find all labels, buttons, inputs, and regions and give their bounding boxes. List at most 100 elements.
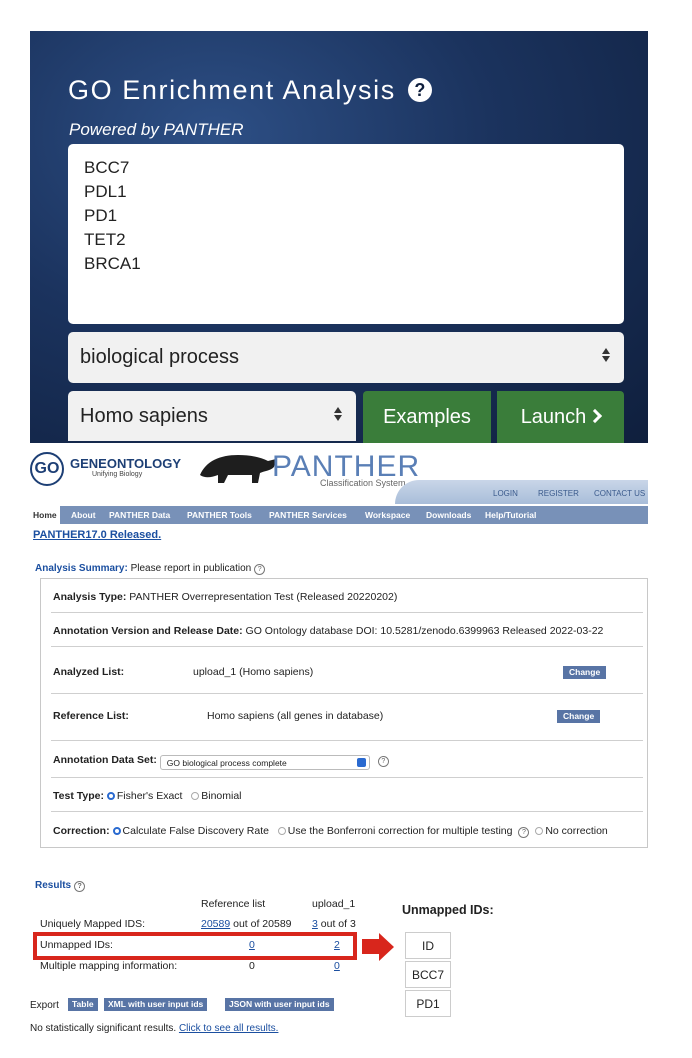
binomial-radio[interactable] bbox=[191, 792, 200, 800]
unmapped-table-row: PD1 bbox=[405, 990, 451, 1017]
help-icon[interactable]: ? bbox=[407, 78, 432, 102]
aspect-select[interactable]: biological process bbox=[68, 332, 624, 383]
fisher-label: Fisher's Exact bbox=[116, 790, 183, 802]
organism-select-value: Homo sapiens bbox=[80, 405, 208, 427]
unmapped-ids-title: Unmapped IDs: bbox=[402, 903, 494, 917]
register-link[interactable]: REGISTER bbox=[538, 489, 579, 498]
fdr-label: Calculate False Discovery Rate bbox=[122, 825, 269, 837]
geneontology-tagline: Unifying Biology bbox=[92, 471, 143, 478]
results-title-text: Results bbox=[35, 880, 72, 891]
divider bbox=[51, 777, 643, 778]
export-json-button[interactable]: JSON with user input ids bbox=[225, 998, 334, 1011]
test-type-label: Test Type: bbox=[53, 790, 104, 802]
export-xml-button[interactable]: XML with user input ids bbox=[104, 998, 208, 1011]
annotation-dataset-row: Annotation Data Set: GO biological proce… bbox=[53, 754, 389, 770]
export-table-button[interactable]: Table bbox=[68, 998, 98, 1011]
nav-panther-data[interactable]: PANTHER Data bbox=[109, 506, 170, 524]
help-icon[interactable]: ? bbox=[254, 564, 266, 575]
contact-us-link[interactable]: CONTACT US bbox=[594, 489, 645, 498]
gene-entry: TET2 bbox=[84, 230, 126, 249]
hero-title-text: GO Enrichment Analysis bbox=[68, 75, 396, 105]
annotation-dataset-value: GO biological process complete bbox=[166, 758, 287, 768]
select-arrows-icon bbox=[334, 407, 344, 421]
change-reference-button[interactable]: Change bbox=[557, 710, 601, 723]
nav-panther-tools[interactable]: PANTHER Tools bbox=[187, 506, 252, 524]
unmapped-highlight-box bbox=[33, 932, 357, 960]
reference-list-value: Homo sapiens (all genes in database) bbox=[207, 710, 384, 722]
unmapped-table-header: ID bbox=[405, 932, 451, 959]
correction-label: Correction: bbox=[53, 825, 110, 837]
annotation-version-row: Annotation Version and Release Date: GO … bbox=[53, 625, 603, 637]
gene-entry: PDL1 bbox=[84, 182, 127, 201]
red-arrow-head-icon bbox=[379, 933, 394, 961]
uniquely-mapped-reference-link[interactable]: 20589 bbox=[201, 918, 230, 930]
red-arrow-icon bbox=[362, 939, 379, 954]
change-analyzed-button[interactable]: Change bbox=[563, 666, 607, 679]
binomial-label: Binomial bbox=[201, 790, 242, 802]
bonferroni-radio[interactable] bbox=[277, 827, 286, 835]
annotation-dataset-label: Annotation Data Set: bbox=[53, 754, 157, 766]
panther-cat-logo-icon bbox=[200, 455, 276, 483]
analyzed-list-value: upload_1 (Homo sapiens) bbox=[193, 666, 314, 678]
select-arrows-icon bbox=[602, 348, 612, 362]
export-label: Export bbox=[30, 1000, 59, 1011]
nav-panther-services[interactable]: PANTHER Services bbox=[269, 506, 347, 524]
analysis-summary-note: Please report in publication bbox=[127, 563, 252, 574]
release-link[interactable]: PANTHER17.0 Released. bbox=[33, 529, 161, 541]
login-link[interactable]: LOGIN bbox=[493, 489, 518, 498]
test-type-row: Test Type: Fisher's Exact Binomial bbox=[53, 790, 242, 802]
launch-button[interactable]: Launch bbox=[497, 391, 624, 443]
nav-about[interactable]: About bbox=[71, 506, 96, 524]
fisher-radio[interactable] bbox=[106, 792, 115, 800]
divider bbox=[51, 811, 643, 812]
col-header-reference: Reference list bbox=[201, 898, 266, 910]
divider bbox=[51, 612, 643, 613]
nav-downloads[interactable]: Downloads bbox=[426, 506, 471, 524]
geneontology-logo-icon[interactable]: GO bbox=[30, 452, 64, 486]
multiple-mapping-label: Multiple mapping information: bbox=[40, 960, 178, 972]
geneontology-logo-text: GENEONTOLOGY bbox=[70, 456, 181, 471]
divider bbox=[51, 646, 643, 647]
divider bbox=[51, 740, 643, 741]
nav-help-tutorial[interactable]: Help/Tutorial bbox=[485, 506, 536, 524]
select-arrows-icon bbox=[356, 758, 366, 767]
help-icon[interactable]: ? bbox=[377, 756, 389, 767]
reference-list-label-text: Reference List: bbox=[53, 710, 129, 722]
divider bbox=[51, 693, 643, 694]
uniquely-mapped-upload: 3 out of 3 bbox=[312, 918, 356, 930]
analyzed-list-label: Analyzed List: bbox=[53, 666, 124, 678]
no-significant-text: No statistically significant results. bbox=[30, 1023, 179, 1034]
correction-row: Correction: Calculate False Discovery Ra… bbox=[53, 825, 608, 838]
gene-list-textarea[interactable]: BCC7 PDL1 PD1 TET2 BRCA1 bbox=[68, 144, 624, 324]
help-icon[interactable]: ? bbox=[518, 827, 530, 838]
multiple-mapping-reference: 0 bbox=[249, 960, 255, 972]
nav-workspace[interactable]: Workspace bbox=[365, 506, 410, 524]
annotation-version-value: GO Ontology database DOI: 10.5281/zenodo… bbox=[242, 625, 604, 637]
organism-select[interactable]: Homo sapiens bbox=[68, 391, 356, 441]
nav-home[interactable]: Home bbox=[30, 506, 60, 524]
hero-title: GO Enrichment Analysis? bbox=[68, 75, 432, 106]
reference-list-label: Reference List: bbox=[53, 710, 129, 722]
go-enrichment-panel: GO Enrichment Analysis? Powered by PANTH… bbox=[30, 31, 648, 443]
hero-subtitle: Powered by PANTHER bbox=[69, 120, 244, 139]
annotation-version-label: Annotation Version and Release Date: bbox=[53, 625, 243, 637]
analysis-type-value: PANTHER Overrepresentation Test (Release… bbox=[126, 591, 398, 603]
no-significant-results: No statistically significant results. Cl… bbox=[30, 1023, 278, 1034]
launch-label: Launch bbox=[520, 406, 587, 428]
aspect-select-value: biological process bbox=[80, 346, 239, 368]
main-nav: Home About PANTHER Data PANTHER Tools PA… bbox=[30, 506, 648, 524]
col-header-upload: upload_1 bbox=[312, 898, 356, 910]
analysis-summary-label: Analysis Summary: bbox=[35, 563, 128, 574]
fdr-radio[interactable] bbox=[112, 827, 121, 835]
uniquely-mapped-reference-total: out of 20589 bbox=[230, 918, 292, 930]
multiple-mapping-upload-link[interactable]: 0 bbox=[334, 960, 340, 972]
gene-entry: BCC7 bbox=[84, 158, 130, 177]
help-icon[interactable]: ? bbox=[74, 881, 86, 892]
annotation-dataset-select[interactable]: GO biological process complete bbox=[159, 755, 370, 770]
no-correction-radio[interactable] bbox=[535, 827, 544, 835]
analysis-type-label: Analysis Type: bbox=[53, 591, 127, 603]
see-all-results-link[interactable]: Click to see all results. bbox=[179, 1023, 278, 1034]
examples-button[interactable]: Examples bbox=[363, 391, 491, 443]
no-correction-label: No correction bbox=[545, 825, 608, 837]
bonferroni-label: Use the Bonferroni correction for multip… bbox=[287, 825, 513, 837]
